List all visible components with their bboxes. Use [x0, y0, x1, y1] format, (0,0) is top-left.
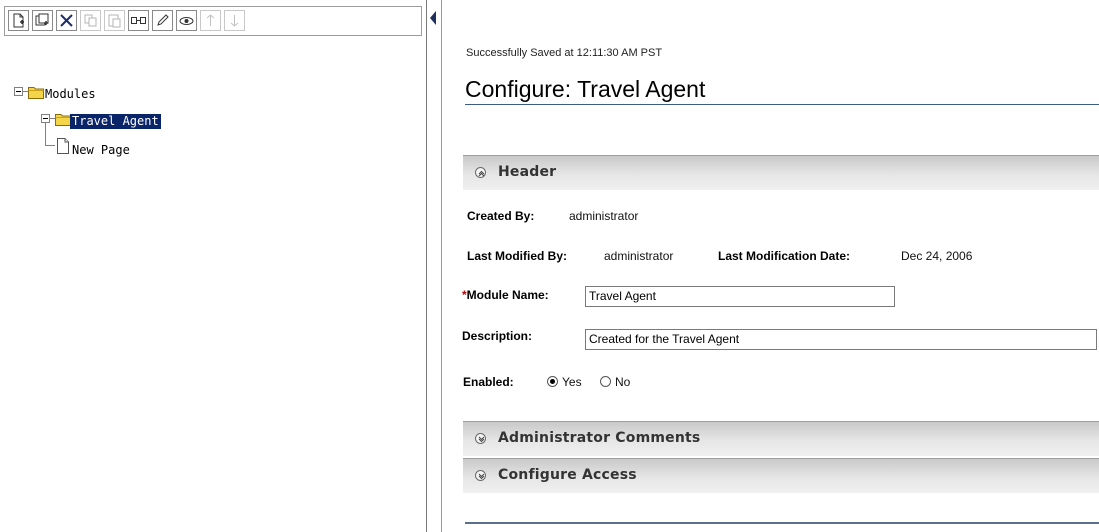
bottom-divider	[465, 522, 1099, 524]
delete-button[interactable]	[56, 10, 77, 31]
expand-section-icon[interactable]	[475, 470, 486, 481]
copy-icon	[84, 14, 97, 27]
move-down-icon	[230, 15, 239, 27]
new-page-icon	[13, 13, 24, 28]
section-configure-access-label: Configure Access	[498, 467, 637, 483]
configure-pane: Successfully Saved at 12:11:30 AM PST Co…	[443, 0, 1099, 532]
title-divider	[465, 104, 1099, 105]
last-modified-by-value: administrator	[604, 249, 674, 263]
move-up-icon	[206, 14, 215, 26]
paste-icon	[108, 14, 121, 28]
move-up-button[interactable]	[200, 10, 221, 31]
section-configure-access[interactable]: Configure Access	[463, 458, 1099, 493]
tree-item-modules[interactable]: Modules	[43, 87, 98, 102]
copy-button[interactable]	[80, 10, 101, 31]
enabled-label: Enabled:	[463, 375, 514, 389]
created-by-label: Created By:	[467, 209, 535, 223]
link-button[interactable]	[128, 10, 149, 31]
enabled-yes-label[interactable]: Yes	[562, 375, 582, 389]
save-status-message: Successfully Saved at 12:11:30 AM PST	[466, 47, 663, 59]
delete-icon	[60, 14, 73, 27]
link-icon	[131, 17, 146, 24]
section-header-label: Header	[498, 164, 557, 180]
preview-button[interactable]	[176, 10, 197, 31]
new-page-button[interactable]	[8, 10, 29, 31]
new-module-button[interactable]	[32, 10, 53, 31]
module-name-input[interactable]: Travel Agent	[585, 286, 895, 307]
preview-icon	[179, 17, 194, 25]
tree-toolbar	[4, 6, 422, 36]
tree-pane: Modules Travel Agent New Page	[0, 0, 427, 532]
section-header[interactable]: Header	[463, 155, 1099, 190]
edit-icon	[157, 14, 169, 26]
page-title: Configure: Travel Agent	[465, 76, 706, 102]
created-by-value: administrator	[569, 209, 639, 223]
description-input[interactable]: Created for the Travel Agent	[585, 329, 1097, 350]
module-name-label: *Module Name:	[462, 288, 549, 302]
tree-connector	[45, 123, 46, 145]
folder-icon	[55, 114, 71, 126]
enabled-yes-radio[interactable]	[547, 376, 558, 387]
enabled-no-radio[interactable]	[600, 376, 611, 387]
folder-icon	[28, 87, 44, 99]
last-modified-by-label: Last Modified By:	[467, 249, 568, 263]
pane-splitter[interactable]	[427, 0, 442, 532]
section-admin-comments[interactable]: Administrator Comments	[463, 421, 1099, 456]
collapse-section-icon[interactable]	[475, 167, 486, 178]
tree-connector	[45, 145, 55, 146]
page-icon	[57, 138, 69, 154]
edit-button[interactable]	[152, 10, 173, 31]
enabled-no-label[interactable]: No	[615, 375, 630, 389]
move-down-button[interactable]	[224, 10, 245, 31]
expand-section-icon[interactable]	[475, 433, 486, 444]
description-label: Description:	[462, 329, 533, 343]
section-admin-comments-label: Administrator Comments	[498, 430, 701, 446]
collapse-modules-toggle[interactable]	[14, 87, 23, 96]
tree-item-new-page[interactable]: New Page	[70, 143, 132, 158]
paste-button[interactable]	[104, 10, 125, 31]
last-modification-date-label: Last Modification Date:	[718, 249, 851, 263]
new-module-icon	[35, 13, 49, 26]
collapse-left-arrow-icon[interactable]	[430, 11, 436, 25]
tree-item-travel-agent[interactable]: Travel Agent	[70, 114, 161, 129]
last-modification-date-value: Dec 24, 2006	[901, 249, 973, 263]
collapse-travel-agent-toggle[interactable]	[41, 114, 50, 123]
